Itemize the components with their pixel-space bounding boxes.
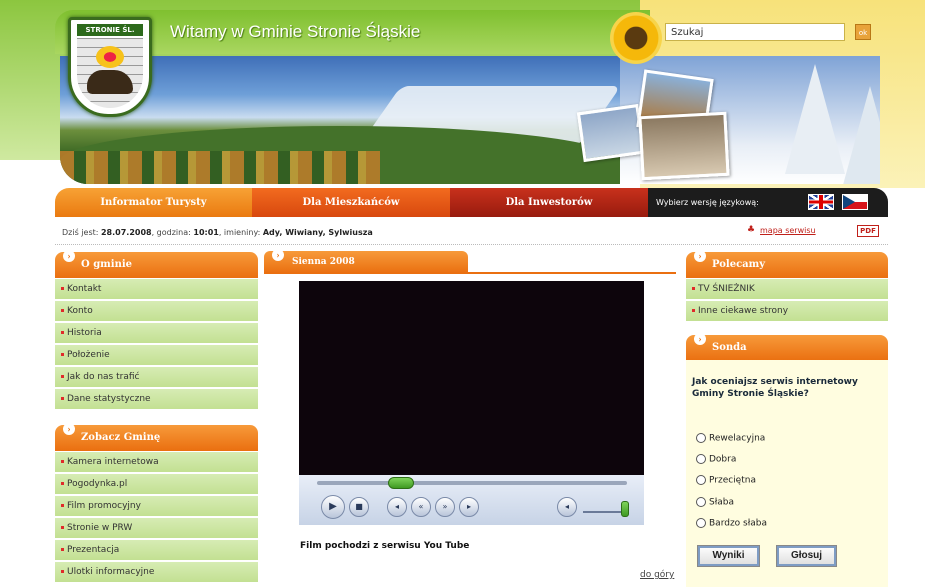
volume-slider[interactable] [583, 511, 623, 513]
sunflower-icon [610, 12, 662, 64]
menu-item-kamera[interactable]: Kamera internetowa [55, 452, 258, 473]
poll-question: Jak oceniajsz serwis internetowy Gminy S… [692, 377, 858, 399]
poll-option-label: Rewelacyjna [709, 433, 766, 444]
content-tab-title: Sienna 2008 [292, 257, 355, 267]
radio-button[interactable] [696, 518, 706, 528]
cz-flag-icon[interactable] [842, 194, 868, 210]
play-icon[interactable]: ▶ [321, 495, 345, 519]
menu-item-film-promocyjny[interactable]: Film promocyjny [55, 496, 258, 517]
arrow-icon: › [272, 249, 284, 261]
menu-item-dane-statystyczne[interactable]: Dane statystyczne [55, 389, 258, 410]
menu-item-polozenie[interactable]: Położenie [55, 345, 258, 366]
crown-icon [96, 46, 124, 68]
arrow-icon: › [63, 250, 75, 262]
sonda-title: Sonda [712, 342, 747, 353]
tab-underline [264, 272, 676, 274]
sitemap-link[interactable]: mapa serwisu [760, 226, 816, 235]
photo-skiing [576, 103, 646, 163]
radio-button[interactable] [696, 497, 706, 507]
time-label: , godzina: [151, 228, 191, 237]
language-bar: Wybierz wersję językową: [648, 188, 888, 217]
radio-button[interactable] [696, 454, 706, 464]
logo-text: STRONIE ŚL. [77, 24, 143, 36]
radio-button[interactable] [696, 433, 706, 443]
sitemap-icon: ♣ [747, 225, 756, 235]
panorama-banner [60, 56, 880, 184]
radio-button[interactable] [696, 475, 706, 485]
stop-icon[interactable]: ■ [349, 497, 369, 517]
video-controls: ▶ ■ ◂ « » ▸ ◂ [299, 475, 644, 525]
video-source-text: Film pochodzi z serwisu You Tube [300, 541, 470, 551]
menu-item-prezentacja[interactable]: Prezentacja [55, 540, 258, 561]
arrow-icon: › [694, 333, 706, 345]
menu-item-jak-do-nas-trafic[interactable]: Jak do nas trafić [55, 367, 258, 388]
language-label: Wybierz wersję językową: [656, 198, 759, 207]
pdf-icon[interactable]: PDF [857, 225, 879, 237]
poll-option-bardzo-slaba[interactable]: Bardzo słaba [696, 518, 767, 529]
zobacz-gmine-title: Zobacz Gminę [81, 432, 161, 443]
poll-option-przecietna[interactable]: Przeciętna [696, 475, 756, 486]
autumn-trees [60, 151, 380, 184]
welcome-title: Witamy w Gminie Stronie Śląskie [170, 22, 421, 41]
photo-cave [638, 111, 730, 181]
sonda-header: › Sonda [686, 333, 888, 361]
vote-button[interactable]: Głosuj [776, 545, 837, 567]
seek-bar[interactable] [317, 477, 627, 489]
poll-option-label: Słaba [709, 497, 735, 508]
menu-item-pogodynka[interactable]: Pogodynka.pl [55, 474, 258, 495]
video-screen[interactable] [299, 281, 644, 475]
menu-item-ulotki[interactable]: Ulotki informacyjne [55, 562, 258, 583]
menu-item-kontakt[interactable]: Kontakt [55, 279, 258, 300]
date-value: 28.07.2008 [100, 228, 152, 237]
previous-icon[interactable]: ◂ [387, 497, 407, 517]
names-label: , imieniny: [218, 228, 261, 237]
menu-item-historia[interactable]: Historia [55, 323, 258, 344]
poll-option-label: Dobra [709, 454, 737, 465]
nav-dla-mieszkancow[interactable]: Dla Mieszkańców [252, 188, 450, 217]
time-value: 10:01 [193, 228, 219, 237]
bear-icon [87, 70, 133, 94]
o-gminie-title: O gminie [81, 259, 132, 270]
forward-icon[interactable]: » [435, 497, 455, 517]
o-gminie-header: › O gminie [55, 250, 258, 278]
date-prefix: Dziś jest: [62, 228, 99, 237]
poll-option-slaba[interactable]: Słaba [696, 497, 734, 508]
menu-item-konto[interactable]: Konto [55, 301, 258, 322]
rewind-icon[interactable]: « [411, 497, 431, 517]
page: Witamy w Gminie Stronie Śląskie STRONIE … [0, 0, 925, 587]
poll-option-label: Przeciętna [709, 475, 756, 486]
seek-handle[interactable] [388, 477, 414, 489]
volume-handle[interactable] [621, 501, 629, 517]
arrow-icon: › [63, 423, 75, 435]
date-line: Dziś jest: 28.07.2008, godzina: 10:01, i… [62, 228, 373, 237]
menu-item-inne-strony[interactable]: Inne ciekawe strony [686, 301, 888, 322]
coat-of-arms-logo[interactable]: STRONIE ŚL. [68, 17, 152, 117]
uk-flag-icon[interactable] [808, 194, 834, 210]
content-tab: › Sienna 2008 [264, 249, 468, 273]
next-icon[interactable]: ▸ [459, 497, 479, 517]
search-button[interactable]: ok [855, 24, 871, 40]
polecamy-header: › Polecamy [686, 250, 888, 278]
poll-option-label: Bardzo słaba [709, 518, 768, 529]
arrow-icon: › [694, 250, 706, 262]
poll-option-dobra[interactable]: Dobra [696, 454, 736, 465]
divider [55, 244, 888, 245]
volume-icon[interactable]: ◂ [557, 497, 577, 517]
menu-item-tv-snieznik[interactable]: TV ŚNIEŻNIK [686, 279, 888, 300]
back-to-top-link[interactable]: do góry [640, 570, 674, 580]
snowy-spruce [785, 64, 845, 174]
nav-informator-turysty[interactable]: Informator Turysty [55, 188, 252, 217]
polecamy-title: Polecamy [712, 259, 766, 270]
nav-dla-inwestorow[interactable]: Dla Inwestorów [450, 188, 648, 217]
snowy-spruce [840, 86, 880, 184]
poll-option-rewelacyjna[interactable]: Rewelacyjna [696, 433, 765, 444]
results-button[interactable]: Wyniki [697, 545, 760, 567]
zobacz-gmine-header: › Zobacz Gminę [55, 423, 258, 451]
search-input[interactable] [665, 23, 845, 41]
names-value: Ady, Wiwiany, Sylwiusza [262, 228, 373, 237]
menu-item-stronie-w-prw[interactable]: Stronie w PRW [55, 518, 258, 539]
